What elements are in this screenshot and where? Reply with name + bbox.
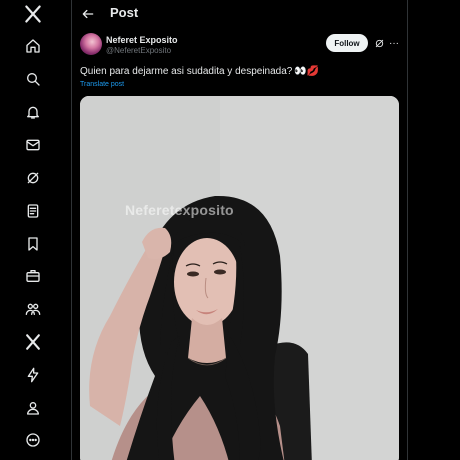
more-icon[interactable] [21,428,45,452]
sidebar-nav [0,0,72,460]
arrow-left-icon [82,9,94,19]
verified-orgs-icon[interactable] [21,363,45,387]
premium-icon[interactable] [21,330,45,354]
media-watermark: Neferetexposito [125,202,234,218]
grok-icon[interactable] [21,166,45,190]
author-name[interactable]: Neferet Exposito [106,35,178,45]
notifications-icon[interactable] [21,100,45,124]
home-icon[interactable] [21,34,45,58]
post-text-content: Quien para dejarme asi sudadita y despei… [80,66,293,77]
grok-icon [375,39,383,47]
post-header: Post [72,0,408,28]
follow-button[interactable]: Follow [326,34,368,52]
profile-icon[interactable] [21,396,45,420]
post-photo [80,96,399,460]
translate-post-link[interactable]: Translate post [80,81,124,88]
more-options-button[interactable]: ··· [387,36,401,50]
search-icon[interactable] [21,67,45,91]
grok-explain-button[interactable] [372,36,386,50]
bookmarks-icon[interactable] [21,232,45,256]
x-app: Post Neferet Exposito @NeferetExposito F… [0,0,460,460]
ellipsis-icon: ··· [389,37,399,49]
author-handle[interactable]: @NeferetExposito [106,46,171,55]
post-column: Post Neferet Exposito @NeferetExposito F… [72,0,408,460]
x-logo-icon[interactable] [21,2,45,26]
back-button[interactable] [78,4,98,24]
messages-icon[interactable] [21,133,45,157]
avatar[interactable] [80,33,102,55]
jobs-icon[interactable] [21,264,45,288]
post-emojis: 👀💋 [294,66,320,77]
page-title: Post [110,5,139,20]
communities-icon[interactable] [21,297,45,321]
post-text: Quien para dejarme asi sudadita y despei… [80,66,400,77]
lists-icon[interactable] [21,199,45,223]
post-media[interactable]: Neferetexposito [80,96,399,460]
